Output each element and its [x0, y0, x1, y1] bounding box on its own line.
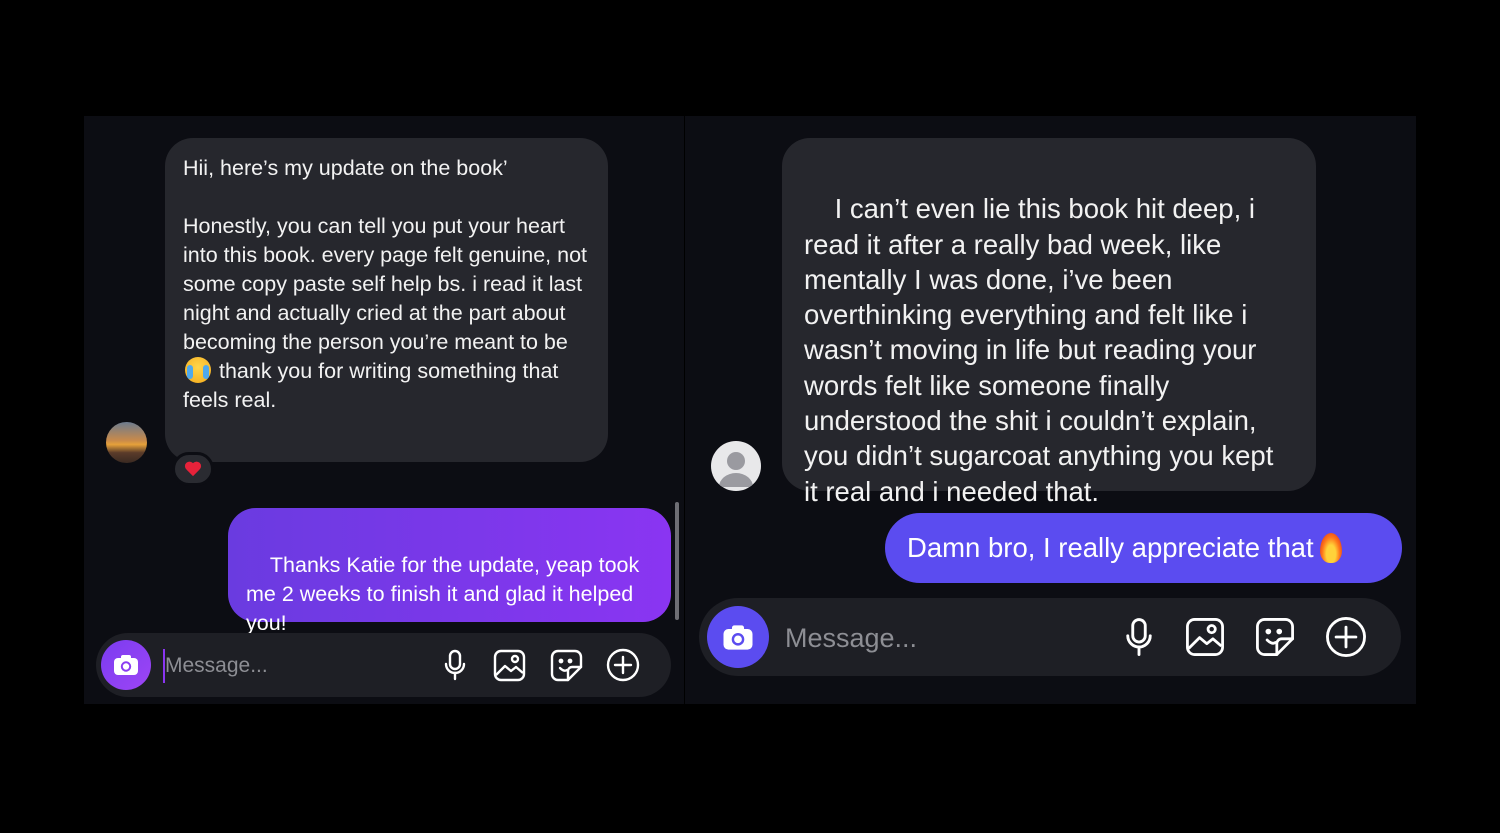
microphone-icon — [1126, 618, 1152, 656]
sticker-icon — [1256, 618, 1294, 656]
gallery-button[interactable] — [1184, 616, 1226, 658]
crying-face-emoji-icon — [185, 357, 211, 383]
microphone-icon — [444, 649, 466, 681]
default-avatar[interactable] — [711, 441, 761, 491]
camera-icon — [114, 655, 138, 675]
left-chat-panel: Hii, here’s my update on the book’ Honest… — [84, 116, 684, 704]
fire-emoji-icon — [1319, 533, 1342, 563]
outgoing-message-bubble[interactable]: Damn bro, I really appreciate that — [885, 513, 1402, 583]
plus-circle-icon — [606, 648, 640, 682]
outgoing-message-text: Thanks Katie for the update, yeap took m… — [246, 553, 646, 635]
sender-avatar[interactable] — [106, 422, 147, 463]
heart-reaction-badge[interactable] — [172, 452, 214, 486]
incoming-message-bubble[interactable]: Hii, here’s my update on the book’ Honest… — [165, 138, 608, 462]
right-chat-panel: I can’t even lie this book hit deep, i r… — [685, 116, 1416, 704]
camera-button[interactable] — [101, 640, 151, 690]
heart-icon — [185, 462, 201, 477]
incoming-message-text: I can’t even lie this book hit deep, i r… — [804, 193, 1281, 507]
sticker-icon — [550, 649, 582, 681]
incoming-message-bubble[interactable]: I can’t even lie this book hit deep, i r… — [782, 138, 1316, 507]
plus-circle-icon — [1326, 617, 1366, 657]
gallery-button[interactable] — [491, 647, 527, 683]
gallery-icon — [493, 649, 525, 681]
message-input[interactable] — [163, 649, 417, 683]
message-input[interactable] — [783, 618, 1087, 658]
microphone-button[interactable] — [439, 648, 471, 682]
microphone-button[interactable] — [1119, 616, 1159, 658]
message-text-line1: Hii, here’s my update on the book’ — [183, 156, 508, 180]
camera-icon — [723, 624, 753, 650]
add-button[interactable] — [1325, 616, 1367, 658]
outgoing-message-bubble[interactable]: Thanks Katie for the update, yeap took m… — [228, 508, 671, 635]
message-composer — [96, 633, 671, 697]
scrollbar[interactable] — [675, 502, 679, 620]
outgoing-message-text: Damn bro, I really appreciate that — [907, 532, 1314, 563]
add-button[interactable] — [605, 647, 641, 683]
camera-button[interactable] — [707, 606, 769, 668]
gallery-icon — [1186, 618, 1224, 656]
sticker-button[interactable] — [548, 647, 584, 683]
message-text-body-end: thank you for writing something that fee… — [183, 359, 565, 412]
message-text-body: Honestly, you can tell you put your hear… — [183, 214, 593, 354]
sticker-button[interactable] — [1254, 616, 1296, 658]
user-silhouette-icon — [719, 452, 753, 487]
message-composer — [699, 598, 1401, 676]
